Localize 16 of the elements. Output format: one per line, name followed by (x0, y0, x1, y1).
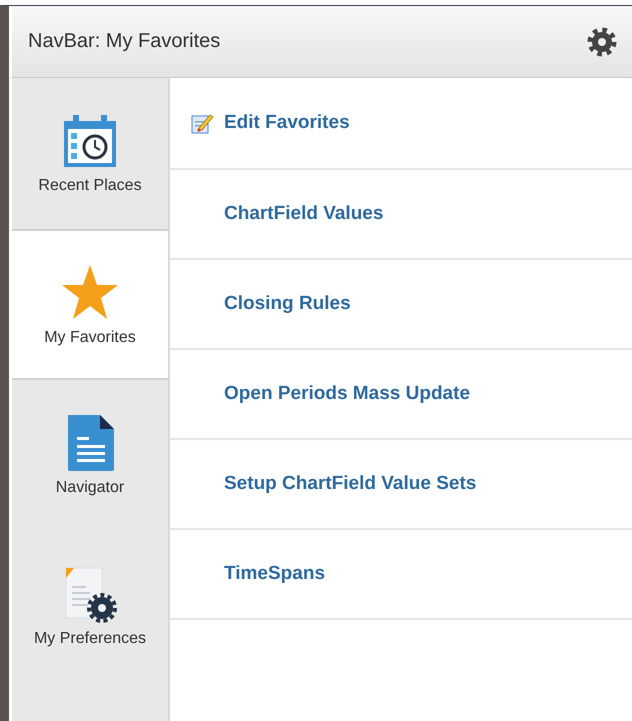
sidebar-item[interactable]: Navigator (12, 380, 168, 531)
sidebar-label: My Preferences (34, 630, 146, 648)
settings-icon[interactable] (586, 26, 618, 58)
sidebar-item[interactable]: My Preferences (12, 531, 168, 682)
sidebar-label: My Favorites (44, 328, 136, 346)
favorite-link[interactable]: TimeSpans (224, 563, 326, 585)
favorite-link[interactable]: Edit Favorites (224, 112, 350, 134)
favorite-link[interactable]: ChartField Values (224, 203, 384, 225)
sidebar-label: Recent Places (38, 176, 142, 194)
sidebar-label: Navigator (56, 478, 124, 496)
sidebar-item[interactable]: Recent Places (12, 78, 168, 229)
favorite-link[interactable]: Open Periods Mass Update (224, 383, 470, 405)
favorite-link[interactable]: Closing Rules (224, 293, 351, 315)
sidebar-item[interactable]: My Favorites (12, 229, 168, 380)
favorite-link[interactable]: Setup ChartField Value Sets (224, 473, 476, 495)
header-title: NavBar: My Favorites (28, 30, 220, 53)
